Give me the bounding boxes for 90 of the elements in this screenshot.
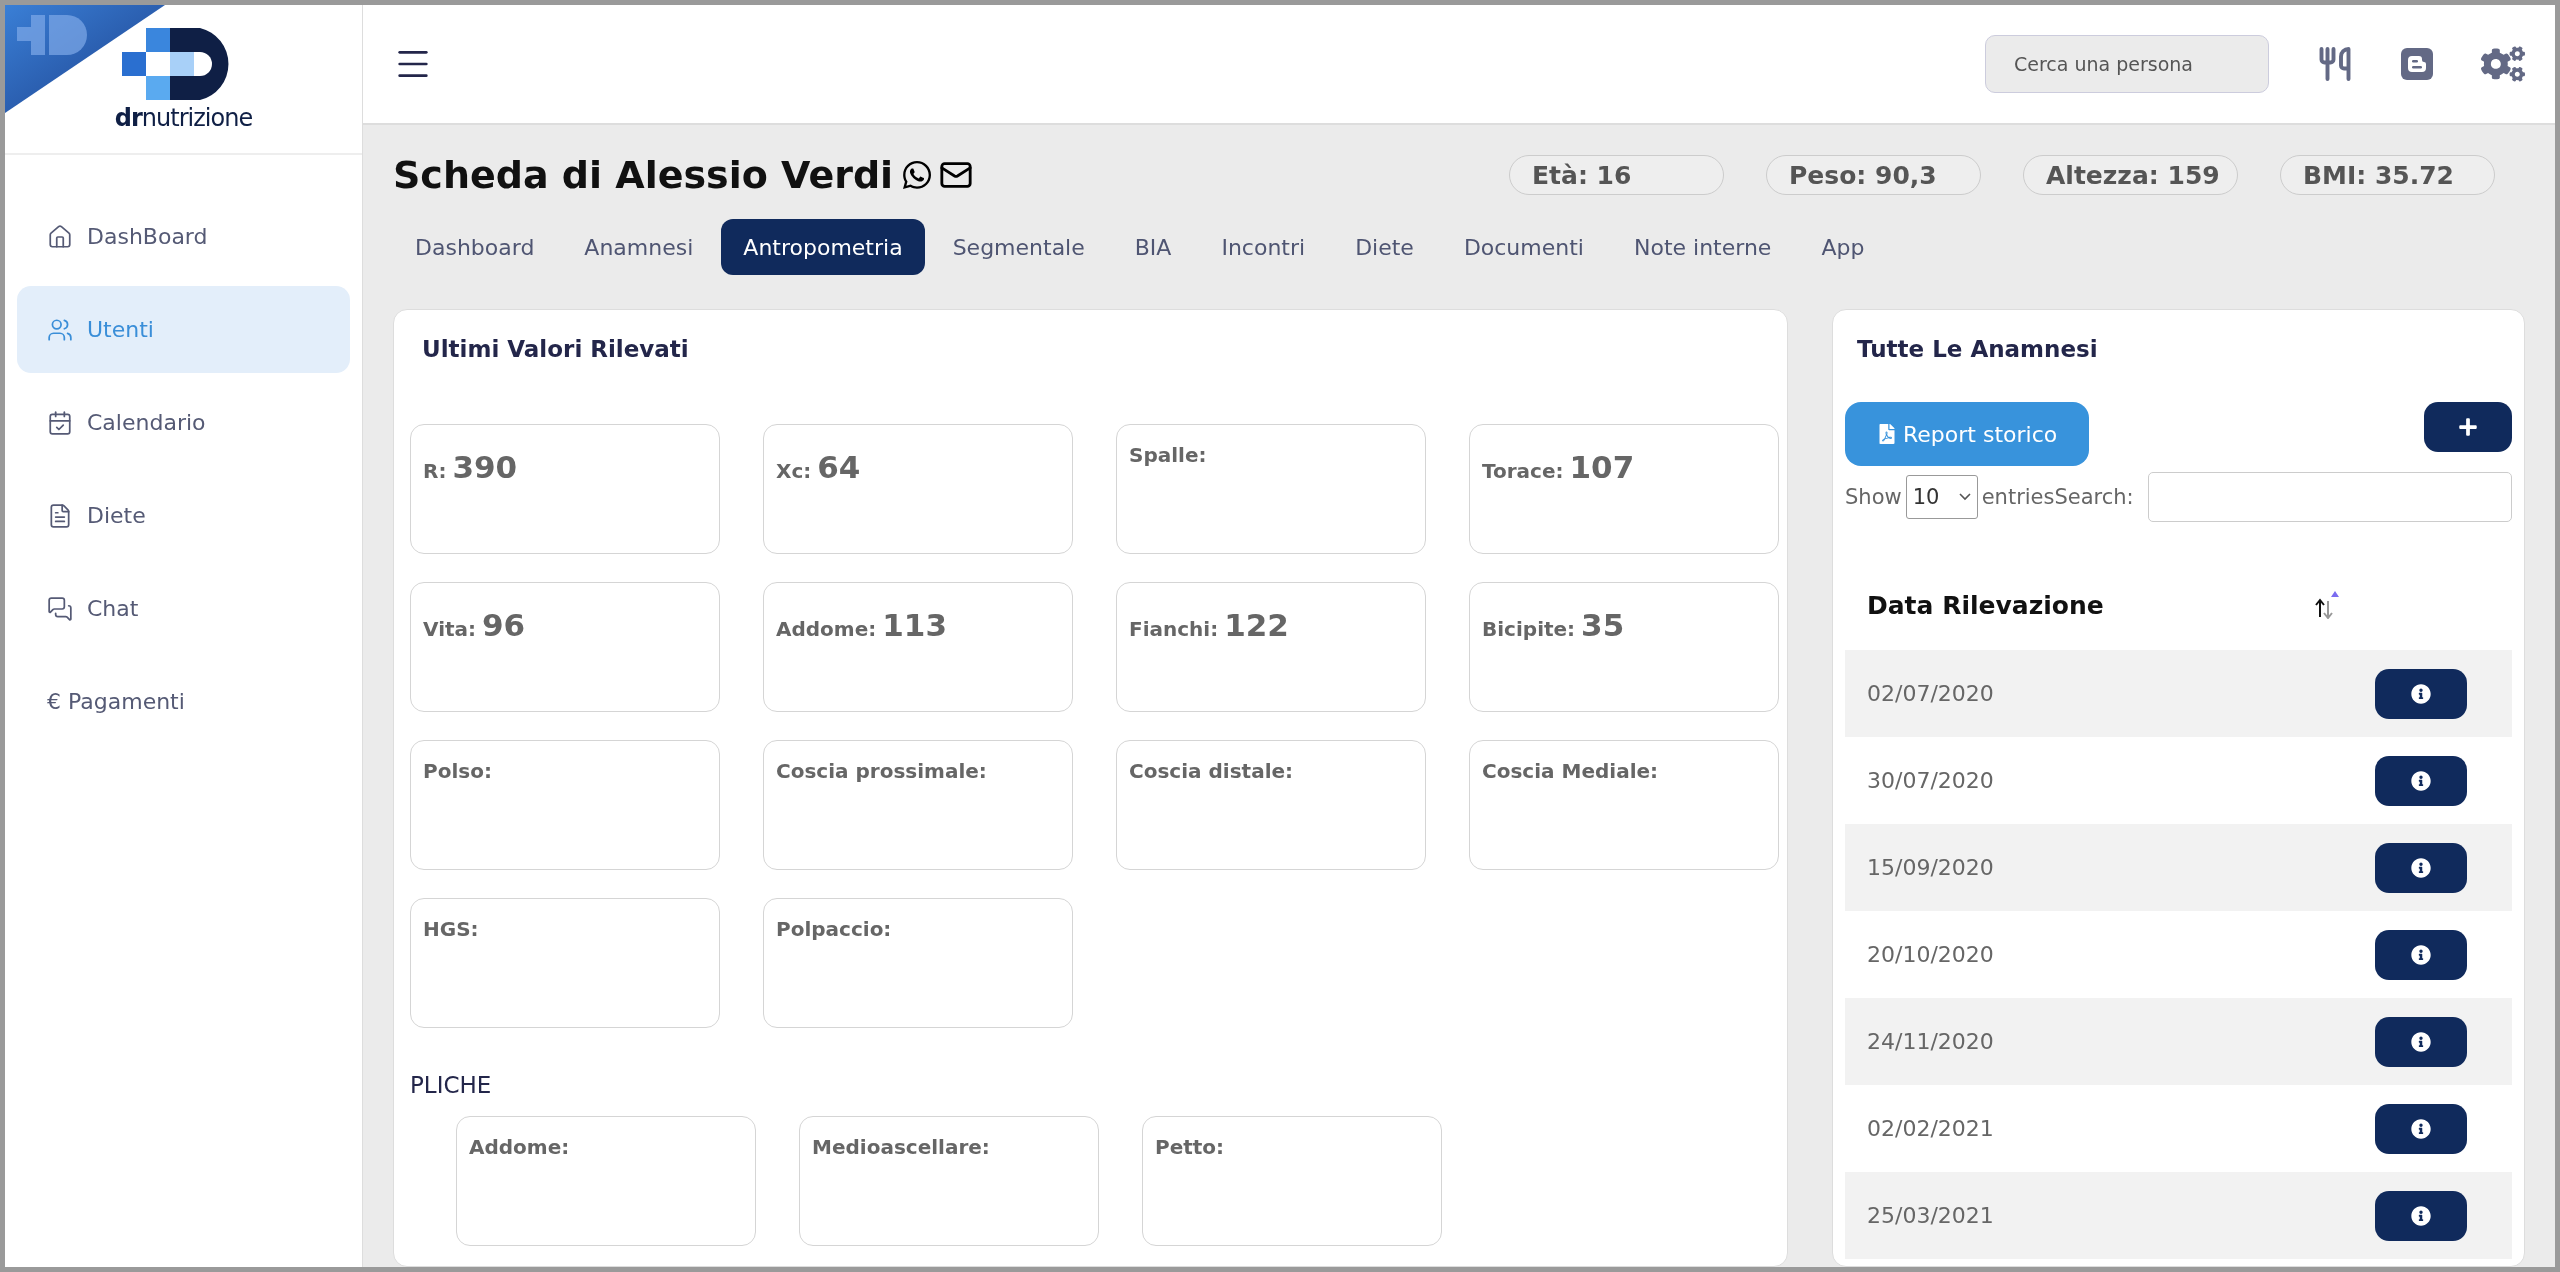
sidebar-item[interactable]: € Pagamenti xyxy=(17,658,350,745)
measurement-value: 390 xyxy=(452,449,518,485)
stat-pill: Peso: 90,3 xyxy=(1766,155,1981,195)
measurement-value: 107 xyxy=(1569,449,1635,485)
stat-pill: BMI: 35.72 xyxy=(2280,155,2495,195)
logo-text: drnutrizione xyxy=(114,104,253,132)
info-button[interactable] xyxy=(2375,842,2467,893)
measurement-label: Vita: xyxy=(423,617,477,641)
tab[interactable]: BIA xyxy=(1112,219,1194,275)
info-button[interactable] xyxy=(2375,1016,2467,1067)
info-icon xyxy=(2411,944,2431,965)
info-icon xyxy=(2411,770,2431,791)
measurement-label: Bicipite: xyxy=(1482,617,1576,641)
measurement-value: 96 xyxy=(482,607,526,643)
info-icon xyxy=(2411,1205,2431,1226)
tab[interactable]: Dashboard xyxy=(393,219,557,275)
tab[interactable]: Documenti xyxy=(1441,219,1606,275)
date-cell-text: 02/02/2021 xyxy=(1867,1116,1995,1141)
document-icon xyxy=(47,502,73,529)
home-icon xyxy=(47,223,73,250)
tab[interactable]: Segmentale xyxy=(930,219,1107,275)
measurement-label: Coscia distale: xyxy=(1129,759,1294,783)
chat-bubble-icon[interactable] xyxy=(901,159,934,191)
info-button[interactable] xyxy=(2375,1103,2467,1154)
pdf-icon xyxy=(1877,424,1897,444)
sidebar-item[interactable]: Chat xyxy=(17,565,350,652)
measurement-label: Polpaccio: xyxy=(776,917,892,941)
sidebar-item[interactable]: DashBoard xyxy=(17,193,350,280)
add-button[interactable] xyxy=(2424,402,2512,452)
sort-icon[interactable] xyxy=(2314,591,2340,619)
table-search-field[interactable] xyxy=(2147,472,2512,522)
search-field[interactable]: Cerca una persona xyxy=(1985,35,2269,93)
show-label: Show xyxy=(1845,485,1902,509)
calendar-icon xyxy=(47,409,73,436)
card-title: Ultimi Valori Rilevati xyxy=(421,336,690,362)
date-cell-text: 15/09/2020 xyxy=(1867,855,1995,880)
date-cell-text: 25/03/2021 xyxy=(1867,1203,1995,1228)
chat-icon xyxy=(47,595,73,622)
report-button[interactable]: Report storico xyxy=(1845,402,2090,466)
info-button[interactable] xyxy=(2375,929,2467,980)
blog-icon[interactable] xyxy=(2401,48,2433,80)
date-cell-text: 30/07/2020 xyxy=(1867,768,1995,793)
info-icon xyxy=(2411,683,2431,704)
date-cell-text: 20/10/2020 xyxy=(1867,942,1995,967)
measurement-label: Addome: xyxy=(469,1135,570,1159)
measurement-label: Fianchi: xyxy=(1129,617,1219,641)
measurement-label: Xc: xyxy=(776,459,812,483)
measurement-label: HGS: xyxy=(423,917,479,941)
info-icon xyxy=(2411,1031,2431,1052)
page-title: Scheda di Alessio Verdi xyxy=(393,153,894,197)
info-button[interactable] xyxy=(2375,668,2467,719)
measurement-label: Addome: xyxy=(776,617,877,641)
info-button[interactable] xyxy=(2375,1190,2467,1241)
measurement-label: Polso: xyxy=(423,759,492,783)
measurement-value: 122 xyxy=(1224,607,1289,643)
measurement-label: Torace: xyxy=(1482,459,1564,483)
tab[interactable]: Anamnesi xyxy=(562,219,716,275)
stat-pill: Età: 16 xyxy=(1509,155,1724,195)
measurement-value: 64 xyxy=(817,449,861,485)
column-header: Data Rilevazione xyxy=(1867,590,2105,620)
fork-knife-icon[interactable] xyxy=(2317,46,2353,82)
users-icon xyxy=(47,316,73,343)
entries-label: entries xyxy=(1981,485,2055,509)
measurement-value: 35 xyxy=(1581,607,1625,643)
measurement-value: 113 xyxy=(882,607,947,643)
tab[interactable]: Antropometria xyxy=(721,219,925,275)
tab[interactable]: Note interne xyxy=(1611,219,1794,275)
tab[interactable]: Incontri xyxy=(1199,219,1328,275)
measurement-label: Spalle: xyxy=(1129,443,1207,467)
measurement-label: Medioascellare: xyxy=(812,1135,990,1159)
tab[interactable]: App xyxy=(1799,219,1887,275)
tab[interactable]: Diete xyxy=(1333,219,1436,275)
date-cell-text: 24/11/2020 xyxy=(1867,1029,1995,1054)
plus-icon xyxy=(2458,417,2478,437)
info-icon xyxy=(2411,857,2431,878)
measurement-label: Coscia prossimale: xyxy=(776,759,987,783)
measurement-label: Petto: xyxy=(1155,1135,1225,1159)
card-title: Tutte Le Anamnesi xyxy=(1856,336,2099,362)
measurement-label: Coscia Mediale: xyxy=(1482,759,1659,783)
search-label: Search: xyxy=(2054,485,2134,509)
page-size-select[interactable]: 10 xyxy=(1905,475,1978,519)
info-button[interactable] xyxy=(2375,755,2467,806)
measurement-label: R: xyxy=(423,459,447,483)
chevron-down-icon xyxy=(1958,493,1971,501)
info-icon xyxy=(2411,1118,2431,1139)
sidebar-item[interactable]: Calendario xyxy=(17,379,350,466)
sidebar-item[interactable]: Diete xyxy=(17,472,350,559)
section-title: PLICHE xyxy=(410,1072,493,1098)
stat-pill: Altezza: 159 xyxy=(2023,155,2238,195)
date-cell-text: 02/07/2020 xyxy=(1867,681,1995,706)
